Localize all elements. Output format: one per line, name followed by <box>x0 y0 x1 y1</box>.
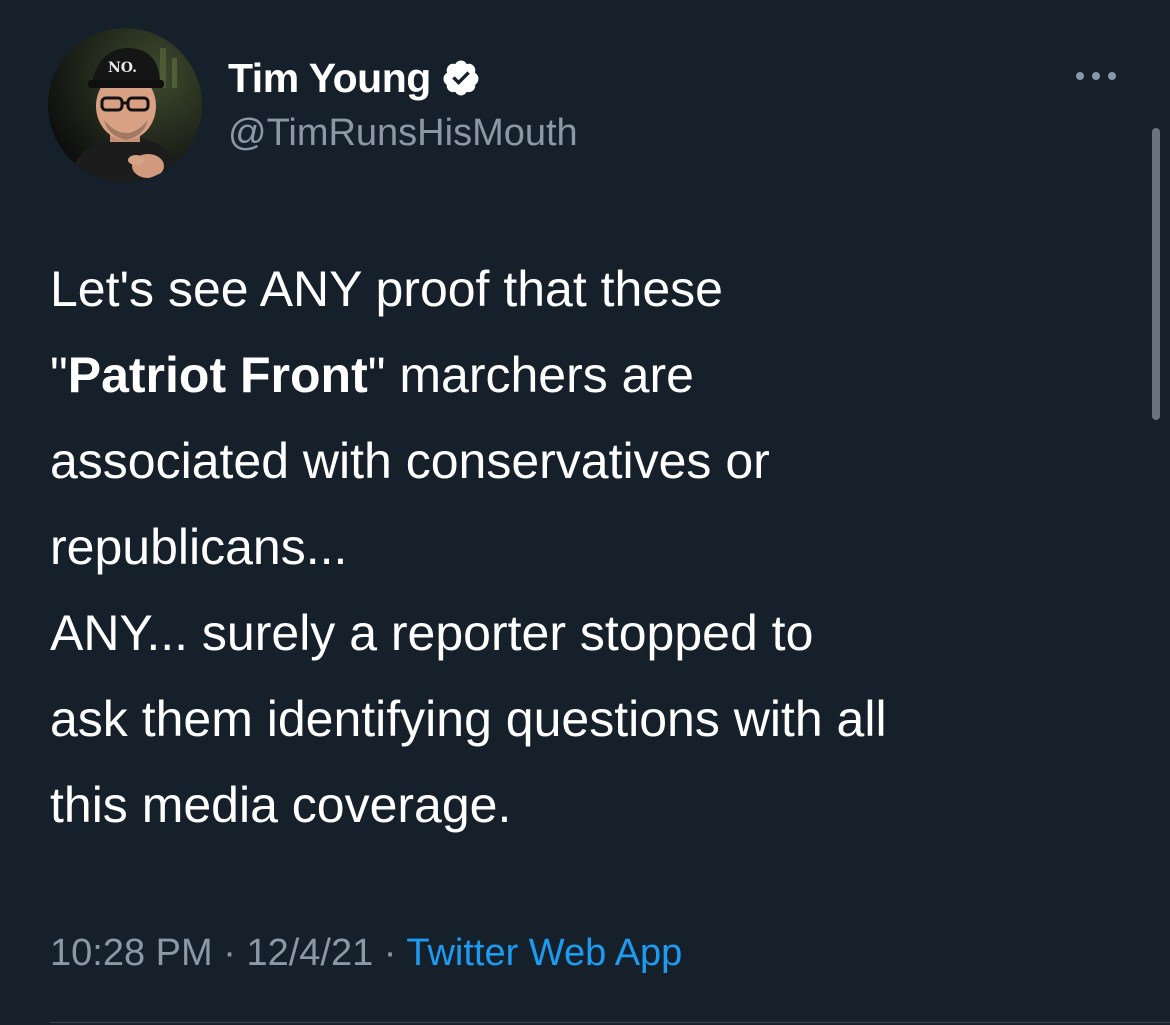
tweet-detail: NO. Tim Young @TimRunsHisMouth Let's see… <box>0 0 1170 1025</box>
divider <box>50 1022 1170 1023</box>
meta-separator: · <box>373 932 407 974</box>
tweet-text: Let's see ANY proof that these "Patriot … <box>50 246 1140 848</box>
user-handle[interactable]: @TimRunsHisMouth <box>228 112 578 155</box>
tweet-time[interactable]: 10:28 PM <box>50 932 213 974</box>
tweet-metadata: 10:28 PM · 12/4/21 · Twitter Web App <box>50 932 682 975</box>
tweet-line: " <box>50 347 68 403</box>
tweet-line: " marchers are <box>367 347 694 403</box>
avatar[interactable]: NO. <box>48 28 202 182</box>
tweet-line: Let's see ANY proof that these <box>50 261 723 317</box>
tweet-paragraph-2: ANY... surely a reporter stopped to ask … <box>50 590 1140 848</box>
tweet-line: ask them identifying questions with all <box>50 691 887 747</box>
tweet-date[interactable]: 12/4/21 <box>246 932 373 974</box>
avatar-hat-text: NO. <box>108 60 137 76</box>
author-block[interactable]: Tim Young @TimRunsHisMouth <box>228 54 578 155</box>
tweet-line: this media coverage. <box>50 777 512 833</box>
meta-separator: · <box>212 932 247 974</box>
scrollbar[interactable] <box>1152 128 1160 420</box>
display-name[interactable]: Tim Young <box>228 55 431 102</box>
tweet-line: associated with conservatives or <box>50 433 770 489</box>
bold-phrase: Patriot Front <box>67 347 368 403</box>
tweet-source-link[interactable]: Twitter Web App <box>406 932 682 974</box>
tweet-paragraph-1: Let's see ANY proof that these "Patriot … <box>50 246 1140 590</box>
tweet-line: ANY... surely a reporter stopped to <box>50 605 814 661</box>
verified-badge-icon <box>441 58 481 98</box>
more-options-icon[interactable] <box>1072 66 1120 86</box>
tweet-line: republicans... <box>50 519 348 575</box>
